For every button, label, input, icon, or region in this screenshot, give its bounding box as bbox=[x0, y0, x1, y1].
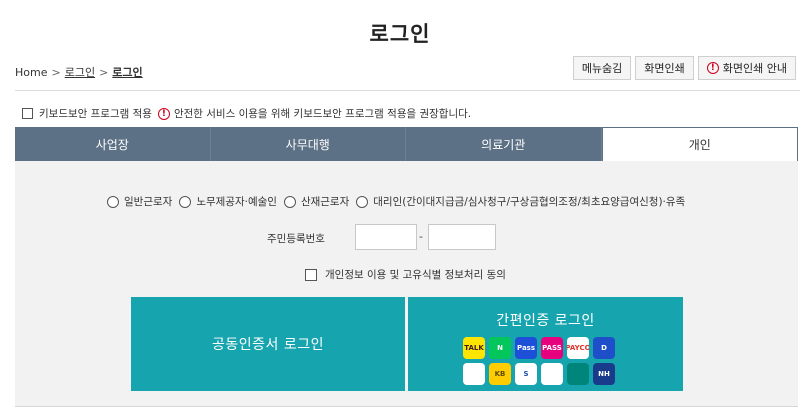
radio-representative[interactable]: 대리인(간이대지급금/심사청구/구상금협의조정/최초요양급여신청)·유족 bbox=[356, 194, 685, 209]
radio-button[interactable] bbox=[356, 195, 369, 208]
breadcrumb-login[interactable]: 로그인 bbox=[65, 64, 95, 80]
kakao-icon: TALK bbox=[463, 337, 485, 359]
page-title: 로그인 bbox=[369, 22, 431, 46]
keyboard-security-notice: 안전한 서비스 이용을 위해 키보드보안 프로그램 적용을 권장합니다. bbox=[173, 108, 472, 120]
header-divider bbox=[15, 90, 800, 91]
simple-auth-login-button[interactable]: 간편인증 로그인 TALK N Pass PASS PAYCO D KB S NH bbox=[408, 297, 683, 391]
consent-row: 개인정보 이용 및 고유식별 정보처리 동의 bbox=[305, 267, 506, 282]
breadcrumb-current[interactable]: 로그인 bbox=[112, 64, 142, 80]
print-guide-button[interactable]: ! 화면인쇄 안내 bbox=[697, 56, 796, 80]
tab-business[interactable]: 사업장 bbox=[15, 127, 211, 161]
radio-general-worker[interactable]: 일반근로자 bbox=[107, 194, 172, 209]
radio-label: 산재근로자 bbox=[300, 196, 350, 208]
simple-auth-label: 간편인증 로그인 bbox=[496, 313, 595, 329]
kb-icon: KB bbox=[489, 363, 511, 385]
rrn-dash: - bbox=[419, 230, 423, 243]
keyboard-security-row: 키보드보안 프로그램 적용 ! 안전한 서비스 이용을 위해 키보드보안 프로그… bbox=[22, 106, 471, 121]
menu-hide-button[interactable]: 메뉴숨김 bbox=[572, 56, 632, 80]
radio-label: 일반근로자 bbox=[124, 196, 173, 208]
rrn-back-input[interactable] bbox=[428, 224, 496, 250]
shield-auth-icon: D bbox=[593, 337, 615, 359]
radio-label: 대리인(간이대지급금/심사청구/구상금협의조정/최초요양급여신청)·유족 bbox=[373, 196, 686, 208]
login-panel: 일반근로자 노무제공자·예술인 산재근로자 대리인(간이대지급금/심사청구/구상… bbox=[15, 161, 798, 407]
radio-button[interactable] bbox=[283, 195, 296, 208]
consent-label: 개인정보 이용 및 고유식별 정보처리 동의 bbox=[325, 269, 506, 281]
rrn-label: 주민등록번호 bbox=[267, 233, 325, 245]
user-category-radios: 일반근로자 노무제공자·예술인 산재근로자 대리인(간이대지급금/심사청구/구상… bbox=[107, 194, 692, 209]
tab-medical[interactable]: 의료기관 bbox=[406, 127, 602, 161]
radio-button[interactable] bbox=[179, 195, 192, 208]
toss-icon bbox=[463, 363, 485, 385]
breadcrumb-separator: > bbox=[51, 65, 61, 79]
radio-button[interactable] bbox=[107, 195, 119, 208]
keyboard-security-label: 키보드보안 프로그램 적용 bbox=[39, 108, 152, 120]
payco-icon: PAYCO bbox=[567, 337, 589, 359]
top-button-group: 메뉴숨김 화면인쇄 ! 화면인쇄 안내 bbox=[572, 56, 796, 80]
print-button[interactable]: 화면인쇄 bbox=[635, 56, 694, 80]
keyboard-security-checkbox[interactable] bbox=[22, 108, 33, 119]
nh-icon: NH bbox=[593, 363, 615, 385]
shinhan-icon: S bbox=[515, 363, 537, 385]
radio-label: 노무제공자·예술인 bbox=[196, 196, 277, 208]
print-guide-label: 화면인쇄 안내 bbox=[722, 62, 787, 75]
alert-icon: ! bbox=[157, 107, 170, 120]
breadcrumb-home[interactable]: Home bbox=[15, 66, 47, 79]
alert-icon: ! bbox=[706, 62, 719, 74]
tab-agency[interactable]: 사무대행 bbox=[210, 127, 406, 161]
radio-labor-provider[interactable]: 노무제공자·예술인 bbox=[179, 194, 277, 209]
pass-icon: PASS bbox=[541, 337, 563, 359]
certificate-login-button[interactable]: 공동인증서 로그인 bbox=[131, 297, 405, 391]
tab-individual[interactable]: 개인 bbox=[601, 127, 798, 161]
breadcrumb-separator: > bbox=[99, 65, 109, 79]
consent-checkbox[interactable] bbox=[305, 268, 317, 281]
simple-auth-app-icons: TALK N Pass PASS PAYCO D KB S NH bbox=[463, 337, 633, 385]
banksalad-icon bbox=[541, 363, 563, 385]
radio-injured-worker[interactable]: 산재근로자 bbox=[283, 194, 350, 209]
breadcrumb: Home > 로그인 > 로그인 bbox=[15, 64, 143, 80]
rrn-front-input[interactable] bbox=[355, 224, 417, 250]
naver-icon: N bbox=[489, 337, 511, 359]
hana-icon bbox=[567, 363, 589, 385]
user-type-tabs: 사업장 사무대행 의료기관 개인 bbox=[15, 127, 798, 161]
samsung-pass-icon: Pass bbox=[515, 337, 537, 359]
